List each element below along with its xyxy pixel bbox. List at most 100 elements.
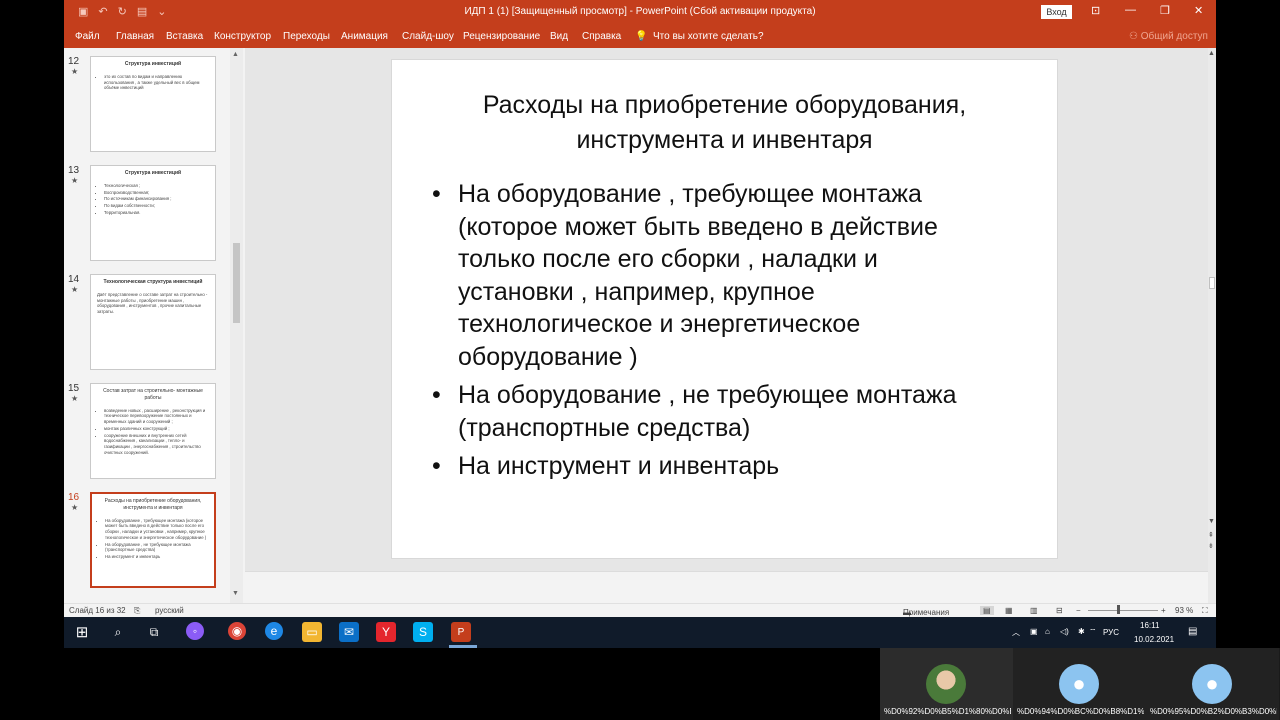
tab-insert[interactable]: Вставка xyxy=(166,31,203,42)
chevron-up-icon[interactable]: ︿ xyxy=(1012,627,1020,638)
language-indicator[interactable]: русский xyxy=(155,606,184,615)
slide-editor: Расходы на приобретение оборудования, ин… xyxy=(245,48,1208,571)
tab-home[interactable]: Главная xyxy=(116,31,154,42)
fit-slide-icon[interactable]: ⛶ xyxy=(1202,606,1208,616)
tab-help[interactable]: Справка xyxy=(582,31,621,42)
close-icon[interactable]: ✕ xyxy=(1194,4,1203,17)
zoom-slider-thumb[interactable] xyxy=(1117,605,1120,614)
participant-tile[interactable]: ● %D0%95%D0%B2%D0%B3%D0%B... xyxy=(1146,648,1279,720)
tab-design[interactable]: Конструктор xyxy=(214,31,271,42)
prev-slide-icon: ⇞ xyxy=(1208,532,1214,539)
file-explorer-icon[interactable]: ▭ xyxy=(302,622,322,642)
scrollbar-thumb[interactable] xyxy=(1209,277,1215,289)
chrome-icon[interactable]: ◉ xyxy=(228,622,246,640)
meet-icon[interactable]: ▣ xyxy=(1030,627,1038,636)
notes-pane[interactable] xyxy=(245,571,1208,603)
powerpoint-icon[interactable]: P xyxy=(451,622,471,642)
wifi-icon[interactable]: ⌔ xyxy=(1089,627,1097,637)
thumb-number: 14 ★ xyxy=(68,274,80,294)
slide-thumbnails-panel[interactable]: 12★ Структура инвестиций это их состав п… xyxy=(64,48,244,603)
slide-counter: Слайд 16 из 32 xyxy=(69,606,126,615)
slideshow-icon[interactable]: ⊟ xyxy=(1056,606,1063,615)
slide-thumbnail-13[interactable]: Структура инвестиций Технологическая ; В… xyxy=(90,165,216,261)
bluetooth-icon[interactable]: ✱ xyxy=(1078,627,1085,636)
user-avatar-icon: ● xyxy=(1192,664,1232,704)
language-indicator[interactable]: РУС xyxy=(1103,628,1119,637)
search-icon[interactable]: ⌕ xyxy=(108,622,128,642)
maximize-icon[interactable]: ❐ xyxy=(1160,4,1170,17)
slide-bullet: • На оборудование , требующее монтажа (ко… xyxy=(432,180,938,371)
slide-thumbnail-14[interactable]: Технологическая структура инвестиций Даё… xyxy=(90,274,216,370)
scrollbar-thumb[interactable] xyxy=(233,243,240,323)
ribbon-tabs: Файл Главная Вставка Конструктор Переход… xyxy=(64,25,1216,48)
meeting-participants: %D0%92%D0%B5%D1%80%D0%B0... ● %D0%94%D0%… xyxy=(880,648,1280,720)
next-slide-icon: ⇟ xyxy=(1208,543,1214,550)
slide-bullet: • На инструмент и инвентарь xyxy=(432,452,780,480)
scroll-down-icon: ▼ xyxy=(1208,518,1215,525)
user-avatar-icon: ● xyxy=(1059,664,1099,704)
tell-me-search[interactable]: Что вы хотите сделать? xyxy=(653,31,764,42)
task-view-icon[interactable]: ⧉ xyxy=(144,622,164,642)
thumb-number: 16 ★ xyxy=(68,492,80,512)
spellcheck-icon[interactable]: ⎘ xyxy=(134,606,140,616)
skype-icon[interactable]: S xyxy=(413,622,433,642)
current-slide[interactable]: Расходы на приобретение оборудования, ин… xyxy=(391,59,1058,559)
powerpoint-window: ▣ ↶ ↻ ▤ ⌄ ИДП 1 (1) [Защищенный просмотр… xyxy=(64,0,1216,648)
clock-date[interactable]: 10.02.2021 xyxy=(1134,635,1174,644)
thumbnails-scrollbar[interactable]: ▲ ▼ xyxy=(230,48,243,603)
title-bar: ▣ ↶ ↻ ▤ ⌄ ИДП 1 (1) [Защищенный просмотр… xyxy=(64,0,1216,25)
star-icon: ★ xyxy=(71,503,79,512)
star-icon: ★ xyxy=(71,67,79,76)
tab-view[interactable]: Вид xyxy=(550,31,568,42)
tab-review[interactable]: Рецензирование xyxy=(463,31,540,42)
scroll-up-icon: ▲ xyxy=(1208,50,1215,57)
slide-scrollbar[interactable]: ▲ ▼ ⇞ ⇟ xyxy=(1208,48,1216,603)
edge-icon[interactable]: e xyxy=(265,622,283,640)
mail-icon[interactable]: ✉ xyxy=(339,622,359,642)
notifications-icon[interactable]: ▤ xyxy=(1188,626,1197,637)
tab-animations[interactable]: Анимация xyxy=(341,31,388,42)
person-icon: ⚇ xyxy=(1129,31,1141,42)
thumb-number: 13 ★ xyxy=(68,165,80,185)
thumb-number: 15 ★ xyxy=(68,383,80,403)
zoom-slider[interactable] xyxy=(1088,610,1158,611)
slide-thumbnail-12[interactable]: Структура инвестиций это их состав по ви… xyxy=(90,56,216,152)
ribbon-display-icon[interactable]: ⊡ xyxy=(1091,4,1100,17)
active-app-indicator xyxy=(449,645,477,648)
slide-bullet-list[interactable]: • На оборудование , требующее монтажа (ко… xyxy=(432,178,1032,489)
clock-time[interactable]: 16:11 xyxy=(1140,621,1159,630)
windows-taskbar: ⊞ ⌕ ⧉ ◦ ◉ e ▭ ✉ Y S P ︿ ▣ ⌂ ◁) ✱ ⌔ РУС 1… xyxy=(64,617,1216,648)
slide-sorter-icon[interactable]: ▦ xyxy=(1005,606,1013,615)
star-icon: ★ xyxy=(71,394,79,403)
slide-thumbnail-15[interactable]: Состав затрат на строительно- монтажные … xyxy=(90,383,216,479)
yandex-browser-icon[interactable]: Y xyxy=(376,622,396,642)
volume-icon[interactable]: ◁) xyxy=(1060,627,1069,636)
thumb-number: 12 ★ xyxy=(68,56,80,76)
zoom-in-icon[interactable]: + xyxy=(1161,606,1166,615)
star-icon: ★ xyxy=(71,176,79,185)
lightbulb-icon: 💡 xyxy=(635,31,648,42)
windows-start-icon[interactable]: ⊞ xyxy=(72,622,92,642)
minimize-icon[interactable]: — xyxy=(1125,4,1136,16)
status-bar: Слайд 16 из 32 ⎘ русский ▬ Примечания ▤ … xyxy=(64,603,1216,617)
participant-tile[interactable]: ● %D0%94%D0%BC%D0%B8%D1%8... xyxy=(1013,648,1146,720)
network-icon[interactable]: ⌂ xyxy=(1045,627,1050,636)
star-icon: ★ xyxy=(71,285,79,294)
tab-slideshow[interactable]: Слайд-шоу xyxy=(402,31,454,42)
normal-view-icon[interactable]: ▤ xyxy=(980,606,994,615)
scroll-down-icon: ▼ xyxy=(232,590,239,597)
avatar xyxy=(926,664,966,704)
reading-view-icon[interactable]: ▥ xyxy=(1030,606,1038,615)
slide-thumbnail-16[interactable]: Расходы на приобретение оборудования, ин… xyxy=(89,491,217,589)
scroll-up-icon: ▲ xyxy=(232,51,239,58)
slide-bullet: • На оборудование , не требующее монтажа… xyxy=(432,381,957,442)
zoom-out-icon[interactable]: − xyxy=(1076,606,1081,615)
login-button[interactable]: Вход xyxy=(1041,5,1072,19)
alice-icon[interactable]: ◦ xyxy=(186,622,204,640)
zoom-level[interactable]: 93 % xyxy=(1175,606,1193,615)
tab-transitions[interactable]: Переходы xyxy=(283,31,330,42)
slide-title[interactable]: Расходы на приобретение оборудования, ин… xyxy=(432,88,1017,158)
share-button[interactable]: ⚇ Общий доступ xyxy=(1129,31,1208,42)
tab-file[interactable]: Файл xyxy=(75,31,100,42)
participant-tile[interactable]: %D0%92%D0%B5%D1%80%D0%B0... xyxy=(880,648,1013,720)
